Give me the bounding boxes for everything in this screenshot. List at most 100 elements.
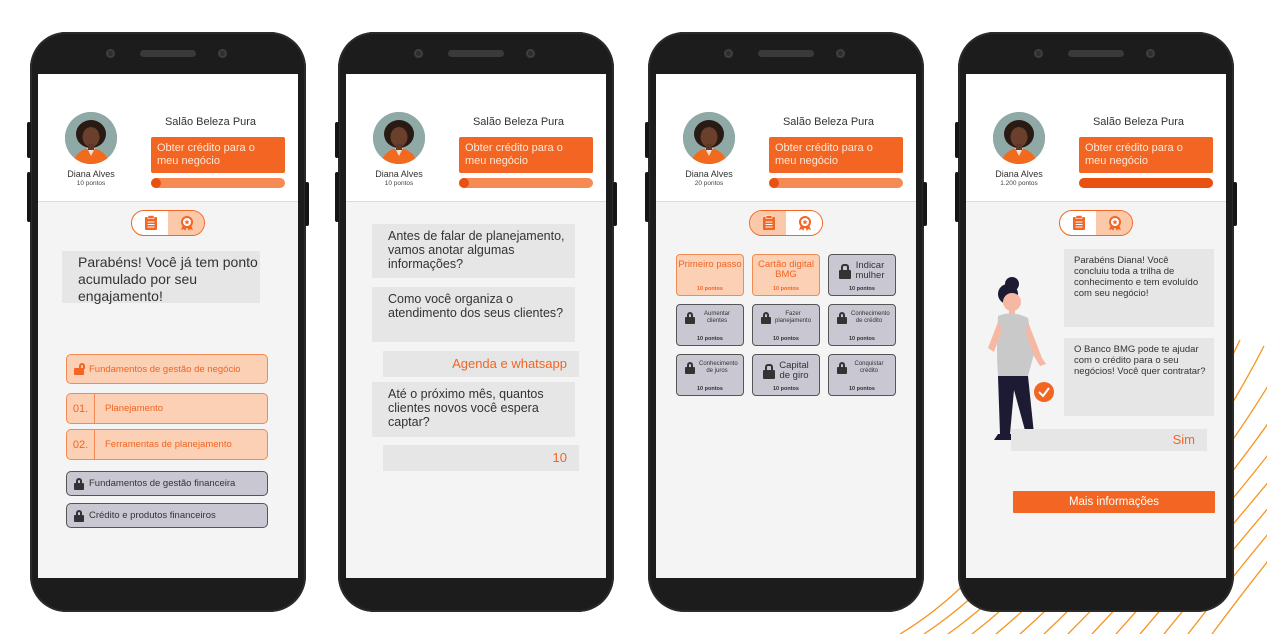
badge-row: Indicar mulher — [829, 255, 895, 281]
user-points: 1.200 pontos — [1000, 180, 1038, 187]
clipboard-icon — [1072, 215, 1085, 230]
module-label: Fundamentos de gestão de negócio — [89, 363, 241, 375]
volume-button — [955, 122, 959, 158]
user-name: Diana Alves — [685, 169, 733, 179]
module-planning[interactable]: 01. Planejamento — [66, 393, 268, 424]
badge-points: 10 pontos — [697, 286, 723, 292]
tab-checklist[interactable] — [132, 211, 169, 235]
profile-header: Diana Alves 1.200 pontos Salão Beleza Pu… — [966, 74, 1226, 202]
user-name: Diana Alves — [995, 169, 1043, 179]
speaker-grille — [758, 50, 814, 57]
badge-title: Fazer planejamento — [775, 311, 812, 324]
tab-badges[interactable] — [786, 211, 822, 235]
salon-name: Salão Beleza Pura — [782, 116, 875, 128]
badge-row: Conquistar crédito — [829, 355, 895, 374]
avatar — [683, 112, 735, 164]
module-financial-fundamentals[interactable]: Fundamentos de gestão financeira — [66, 471, 268, 496]
screen-badges: Diana Alves 20 pontos Salão Beleza Pura … — [656, 74, 916, 578]
view-toggle — [1059, 210, 1133, 236]
badge-row: Aumentar clientes — [677, 305, 743, 324]
goal-progress-bar — [151, 178, 285, 188]
camera-icon — [414, 49, 423, 58]
badge-row: Capital de giro — [753, 355, 819, 381]
module-number: 02. — [67, 430, 95, 459]
view-toggle — [131, 210, 205, 236]
badge-row: Conhecimento de juros — [677, 355, 743, 374]
goal-progress-bar — [1079, 178, 1213, 188]
module-label: Planejamento — [105, 403, 164, 414]
badge-points: 10 pontos — [773, 286, 799, 292]
badge-title: Aumentar clientes — [703, 311, 730, 324]
unlock-icon — [74, 363, 85, 375]
chat-bubble: O Banco BMG pode te ajudar com o crédito… — [1064, 338, 1214, 416]
progress-fill — [459, 178, 469, 188]
power-button — [305, 182, 309, 226]
woman-illustration — [988, 277, 1054, 440]
lock-icon — [763, 363, 775, 379]
medal-icon — [1108, 216, 1121, 231]
more-info-button[interactable]: Mais informações — [1013, 491, 1215, 513]
avatar — [65, 112, 117, 164]
module-planning-tools[interactable]: 02. Ferramentas de planejamento — [66, 429, 268, 460]
tab-checklist[interactable] — [1060, 211, 1097, 235]
badge-points: 10 pontos — [849, 386, 875, 392]
badge-conquistar-cr-dito[interactable]: Conquistar crédito 10 pontos — [828, 354, 896, 396]
chat-question: Como você organiza o atendimento dos seu… — [372, 287, 575, 342]
badge-row: Fazer planejamento — [753, 305, 819, 324]
goal-progress-bar — [769, 178, 903, 188]
power-button — [613, 182, 617, 226]
badge-conhecimento-de-cr-dito[interactable]: Conhecimento de crédito 10 pontos — [828, 304, 896, 346]
sensor-icon — [1146, 49, 1155, 58]
chat-bubble: Parabéns Diana! Você concluiu toda a tri… — [1064, 249, 1214, 327]
module-number: 01. — [67, 394, 95, 423]
speaker-grille — [1068, 50, 1124, 57]
tab-checklist[interactable] — [750, 211, 787, 235]
chat-bubble: Parabéns! Você já tem ponto acumulado po… — [62, 251, 260, 304]
badge-points: 10 pontos — [849, 336, 875, 342]
badge-capital-de-giro[interactable]: Capital de giro 10 pontos — [752, 354, 820, 396]
badge-title: Conquistar crédito — [854, 361, 884, 374]
camera-icon — [1034, 49, 1043, 58]
lock-icon — [837, 361, 847, 374]
badge-cart-o-digital-bmg[interactable]: Cartão digital BMG 10 pontos — [752, 254, 820, 296]
volume-button — [955, 172, 959, 222]
badge-points: 10 pontos — [773, 386, 799, 392]
module-label: Ferramentas de planejamento — [105, 439, 232, 450]
tab-badges[interactable] — [168, 211, 204, 235]
chat-answer-input[interactable]: 10 — [383, 445, 579, 471]
module-business-fundamentals[interactable]: Fundamentos de gestão de negócio — [66, 354, 268, 384]
lock-icon — [685, 361, 695, 374]
chat-answer-input[interactable]: Sim — [1011, 429, 1207, 451]
badge-title: Conhecimento de crédito — [851, 311, 890, 324]
power-button — [1233, 182, 1237, 226]
view-toggle — [749, 210, 823, 236]
avatar — [373, 112, 425, 164]
salon-name: Salão Beleza Pura — [472, 116, 565, 128]
badge-primeiro-passo[interactable]: Primeiro passo 10 pontos — [676, 254, 744, 296]
phone-frame-1: Diana Alves 10 pontos Salão Beleza Pura … — [27, 32, 309, 612]
goal-progress-bar — [459, 178, 593, 188]
chat-answer-input[interactable]: Agenda e whatsapp — [383, 351, 579, 377]
lock-icon — [74, 509, 84, 522]
badge-indicar-mulher[interactable]: Indicar mulher 10 pontos — [828, 254, 896, 296]
module-credit-products[interactable]: Crédito e produtos financeiros — [66, 503, 268, 528]
badge-points: 10 pontos — [697, 386, 723, 392]
chat-question: Até o próximo mês, quantos clientes novo… — [372, 382, 575, 437]
sensor-icon — [526, 49, 535, 58]
credit-goal-button[interactable]: Obter crédito para o meu negócio — [459, 137, 593, 173]
lock-icon — [761, 311, 771, 324]
salon-name: Salão Beleza Pura — [1092, 116, 1185, 128]
badge-fazer-planejamento[interactable]: Fazer planejamento 10 pontos — [752, 304, 820, 346]
badge-row: Conhecimento de crédito — [829, 305, 895, 324]
badge-aumentar-clientes[interactable]: Aumentar clientes 10 pontos — [676, 304, 744, 346]
progress-fill — [769, 178, 779, 188]
credit-goal-button[interactable]: Obter crédito para o meu negócio — [769, 137, 903, 173]
clipboard-icon — [144, 215, 157, 230]
screen-chat: Diana Alves 10 pontos Salão Beleza Pura … — [346, 74, 606, 578]
module-label: Crédito e produtos financeiros — [89, 510, 216, 521]
badge-conhecimento-de-juros[interactable]: Conhecimento de juros 10 pontos — [676, 354, 744, 396]
credit-goal-button[interactable]: Obter crédito para o meu negócio — [151, 137, 285, 173]
credit-goal-button[interactable]: Obter crédito para o meu negócio — [1079, 137, 1213, 173]
volume-button — [27, 172, 31, 222]
tab-badges[interactable] — [1096, 211, 1132, 235]
